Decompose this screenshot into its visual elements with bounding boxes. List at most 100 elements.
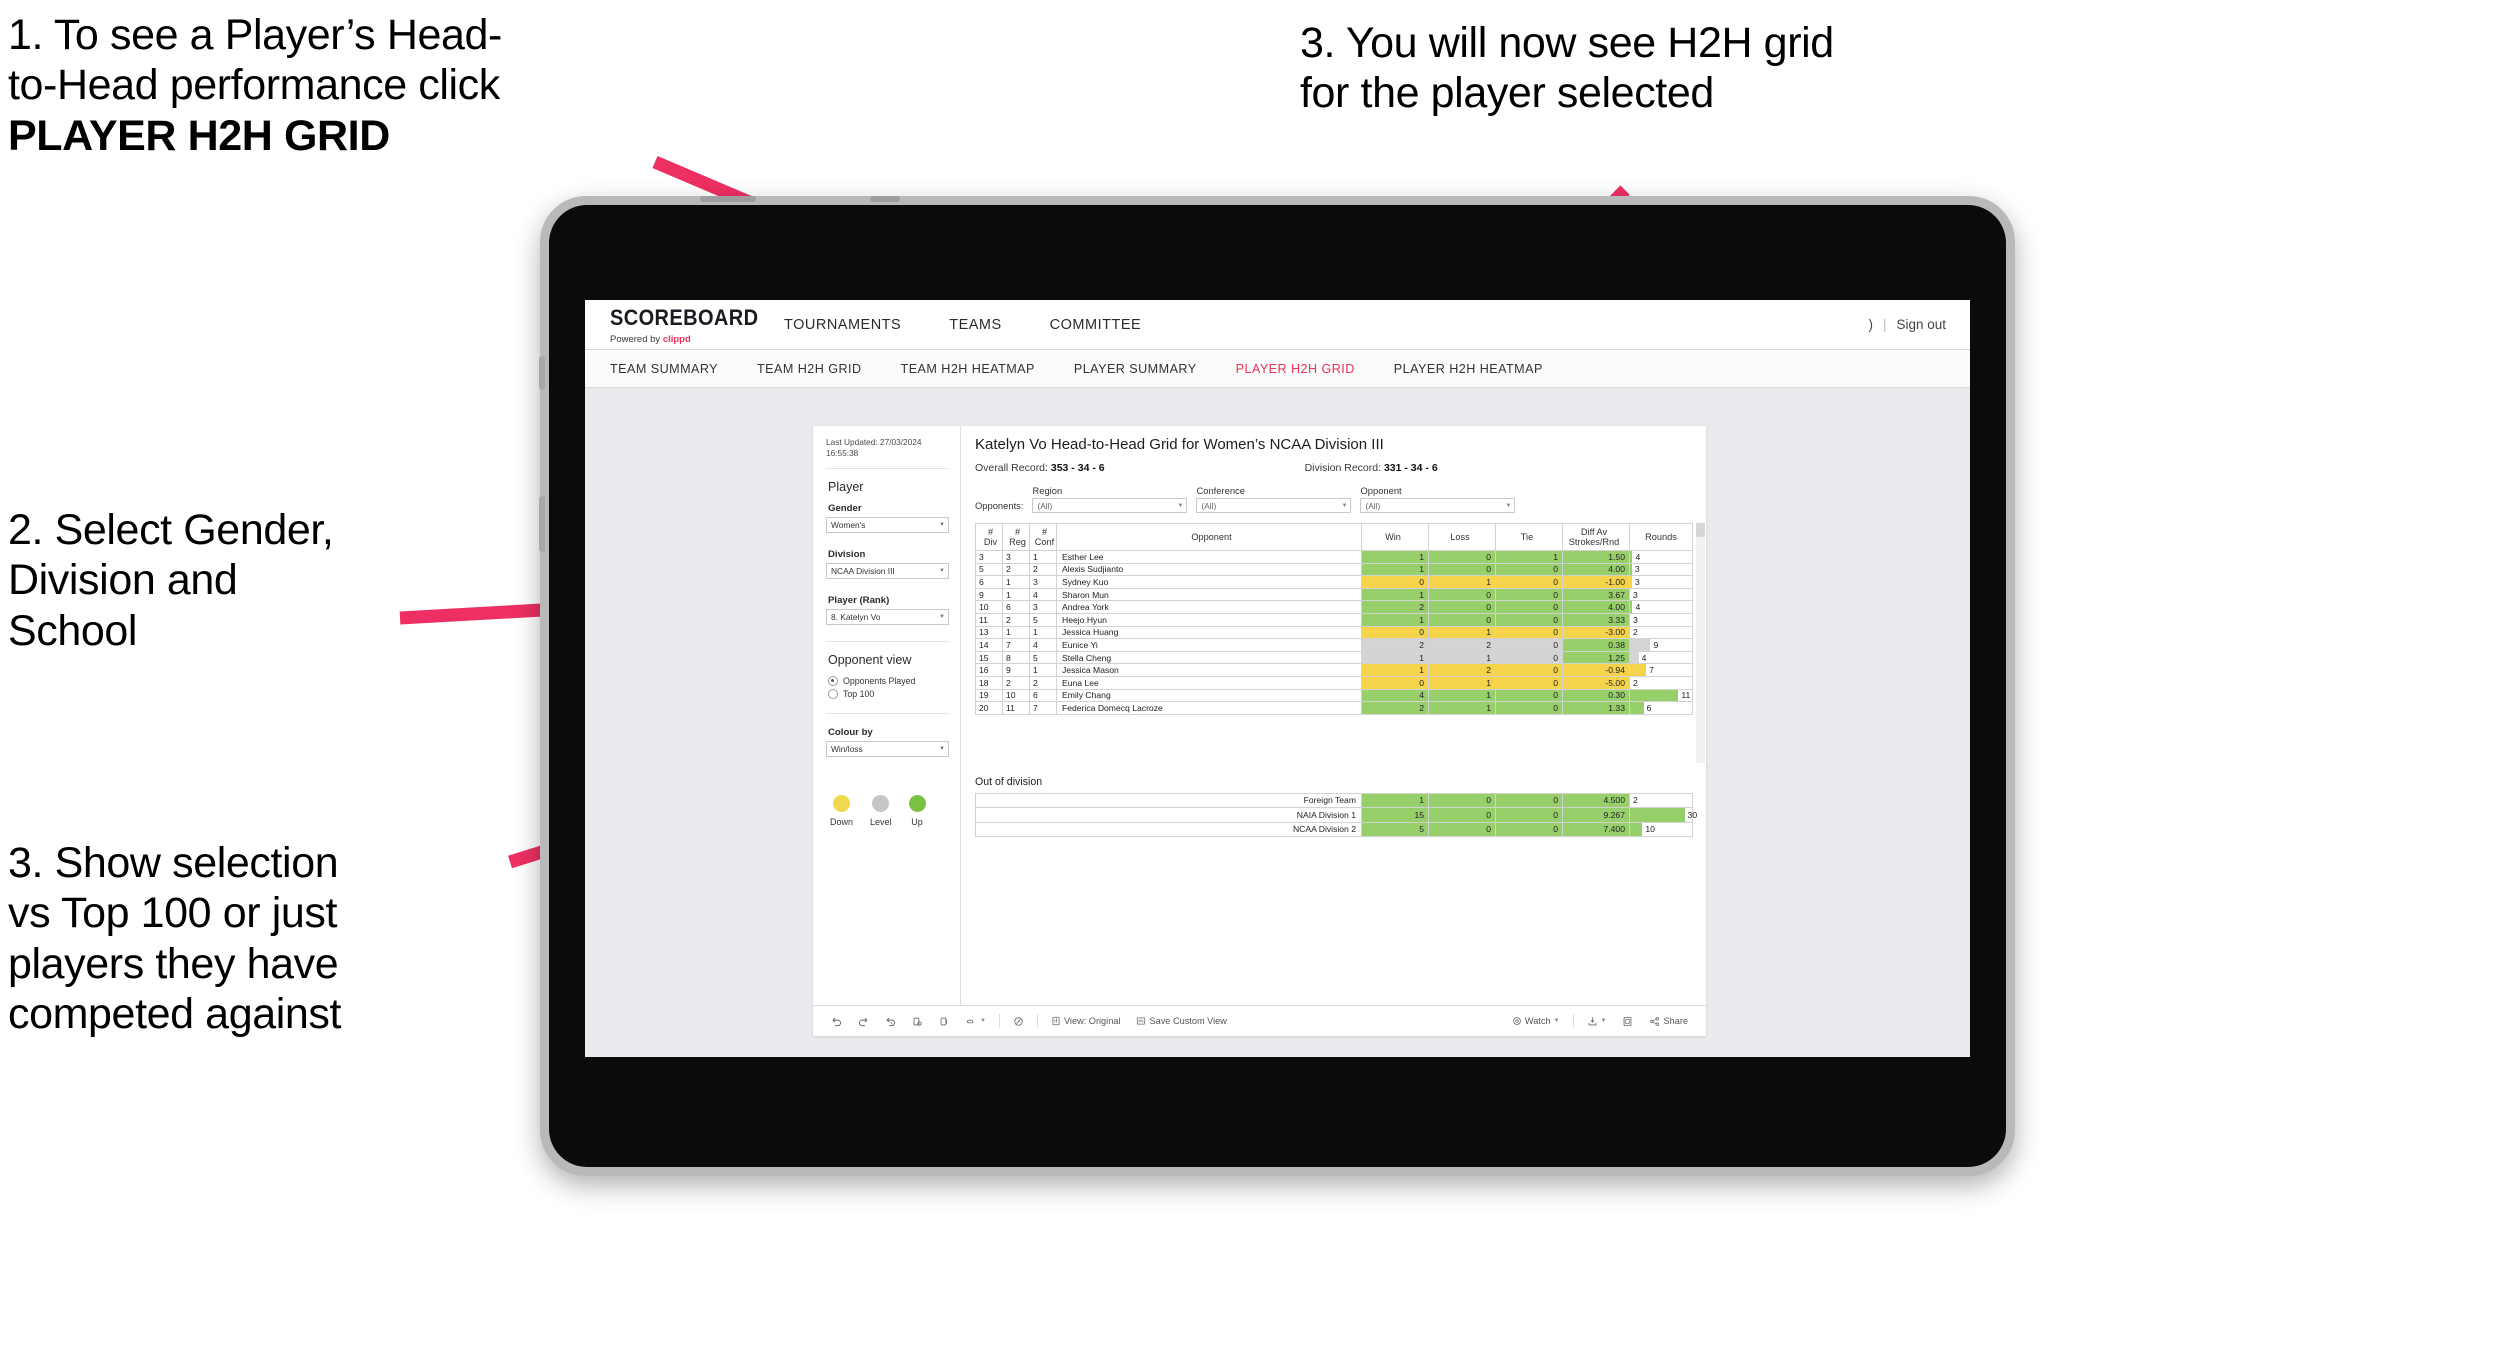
- cell-loss: 0: [1428, 562, 1496, 577]
- table-row[interactable]: 3 3 1 Esther Lee 1 0 1 1.50 4: [975, 550, 1693, 564]
- out-of-division-row[interactable]: NCAA Division 2 5 0 0 7.400 10: [975, 821, 1693, 838]
- table-row[interactable]: 16 9 1 Jessica Mason 1 2 0 -0.94 7: [975, 663, 1693, 677]
- table-row[interactable]: 11 2 5 Heejo Hyun 1 0 0 3.33 3: [975, 612, 1693, 627]
- cell-loss: 0: [1428, 821, 1496, 838]
- nav-link-committee[interactable]: COMMITTEE: [1026, 300, 1166, 349]
- radio-top-100[interactable]: Top 100: [828, 689, 949, 700]
- table-row[interactable]: 5 2 2 Alexis Sudjianto 1 0 0 4.00 3: [975, 562, 1693, 577]
- out-of-division-title: Out of division: [975, 775, 1043, 788]
- cell-win: 1: [1361, 663, 1429, 677]
- highlight-icon[interactable]: ▼: [958, 1016, 994, 1027]
- conference-filter-select[interactable]: (All) ▼: [1196, 498, 1352, 513]
- chevron-down-icon: ▼: [1553, 1018, 1560, 1024]
- brand-logo[interactable]: SCOREBOARD Powered by clippd: [585, 300, 760, 349]
- player-rank-select[interactable]: 8. Katelyn Vo ▼: [826, 609, 949, 626]
- header-diff-line2: Strokes/Rnd: [1568, 537, 1620, 547]
- cell-div: 16: [975, 663, 1003, 677]
- rounds-bar: [1630, 664, 1647, 676]
- cell-div: 14: [975, 638, 1003, 652]
- undo-icon[interactable]: [823, 1016, 850, 1027]
- cell-win: 0: [1361, 675, 1429, 690]
- sub-navigation-tabs: TEAM SUMMARY TEAM H2H GRID TEAM H2H HEAT…: [585, 350, 1970, 388]
- cell-div: 15: [975, 650, 1003, 665]
- cell-conf: 1: [1029, 550, 1057, 564]
- tab-team-h2h-heatmap[interactable]: TEAM H2H HEATMAP: [901, 362, 1035, 376]
- table-row[interactable]: 10 6 3 Andrea York 2 0 0 4.00 4: [975, 600, 1693, 614]
- user-account-icon[interactable]: ): [1868, 317, 1873, 332]
- table-scrollbar-thumb[interactable]: [1696, 523, 1705, 537]
- rounds-bar: [1630, 651, 1639, 664]
- cell-reg: 1: [1002, 625, 1030, 640]
- cell-diff: 1.33: [1562, 701, 1630, 715]
- table-row[interactable]: 18 2 2 Euna Lee 0 1 0 -5.00 2: [975, 675, 1693, 690]
- tab-player-h2h-grid[interactable]: PLAYER H2H GRID: [1236, 362, 1355, 376]
- header-conf-line2: Conf: [1034, 537, 1055, 547]
- cell-diff: 1.25: [1562, 650, 1630, 665]
- cell-opponent: Heejo Hyun: [1056, 612, 1362, 627]
- watch-label: Watch: [1524, 1016, 1551, 1026]
- out-of-division-row[interactable]: Foreign Team 1 0 0 4.500 2: [975, 792, 1693, 809]
- cell-tie: 0: [1495, 587, 1563, 602]
- tab-team-summary[interactable]: TEAM SUMMARY: [610, 362, 718, 376]
- annotation-1-line-1: 1. To see a Player’s Head-: [8, 11, 502, 59]
- out-of-division-table: Foreign Team 1 0 0 4.500 2 NAIA Division 1 15 0 0…: [975, 792, 1697, 838]
- toolbar-divider-1: [998, 1014, 1000, 1028]
- h2h-table-body: 3 3 1 Esther Lee 1 0 1 1.50 4 5 2 2 Alexis Sudjianto…: [975, 550, 1693, 715]
- nav-link-teams[interactable]: TEAMS: [925, 300, 1025, 349]
- cell-opponent: Sharon Mun: [1056, 587, 1362, 602]
- cell-loss: 1: [1428, 625, 1496, 640]
- chevron-down-icon: ▼: [1177, 502, 1184, 509]
- out-of-division-row[interactable]: NAIA Division 1 15 0 0 9.267 30: [975, 807, 1697, 823]
- viz-body: Last Updated: 27/03/2024 16:55:38 Player…: [813, 426, 1706, 1005]
- tab-player-h2h-heatmap[interactable]: PLAYER H2H HEATMAP: [1394, 362, 1543, 376]
- annotation-4-line-1: 3. You will now see H2H grid: [1300, 19, 1834, 67]
- cell-div: 18: [975, 675, 1003, 690]
- radio-opponents-played[interactable]: Opponents Played: [828, 676, 949, 687]
- tab-player-summary[interactable]: PLAYER SUMMARY: [1074, 362, 1197, 376]
- table-row[interactable]: 15 8 5 Stella Cheng 1 1 0 1.25 4: [975, 650, 1693, 665]
- sign-out-link[interactable]: Sign out: [1896, 317, 1946, 332]
- tab-team-h2h-grid[interactable]: TEAM H2H GRID: [757, 362, 862, 376]
- watch-button[interactable]: Watch ▼: [1504, 1016, 1568, 1026]
- refresh-data-icon[interactable]: [904, 1016, 931, 1027]
- cell-diff: -1.00: [1562, 575, 1630, 589]
- table-row[interactable]: 14 7 4 Eunice Yi 2 2 0 0.38 9: [975, 638, 1693, 652]
- cell-tie: 0: [1495, 688, 1563, 703]
- cell-conf: 7: [1029, 701, 1057, 715]
- region-filter-select[interactable]: (All) ▼: [1032, 498, 1188, 513]
- tablet-top-button-2: [870, 196, 900, 202]
- view-original-button[interactable]: View: Original: [1043, 1016, 1129, 1026]
- annotation-4-line-2: for the player selected: [1300, 69, 1714, 118]
- table-row[interactable]: 9 1 4 Sharon Mun 1 0 0 3.67 3: [975, 587, 1693, 602]
- cell-rounds: 3: [1629, 612, 1693, 627]
- cell-div: 9: [975, 587, 1003, 602]
- save-custom-view-button[interactable]: Save Custom View: [1128, 1016, 1234, 1026]
- table-row[interactable]: 6 1 3 Sydney Kuo 0 1 0 -1.00 3: [975, 575, 1693, 589]
- redo-icon[interactable]: [850, 1016, 877, 1027]
- revert-icon[interactable]: [877, 1016, 904, 1027]
- colour-by-select[interactable]: Win/loss ▼: [826, 741, 949, 758]
- cell-tie: 0: [1495, 562, 1563, 577]
- table-row[interactable]: 19 10 6 Emily Chang 4 1 0 0.30 11: [975, 688, 1693, 703]
- cell-reg: 3: [1002, 550, 1030, 564]
- last-updated-line-2: 16:55:38: [826, 448, 859, 459]
- table-scrollbar-track[interactable]: [1696, 523, 1705, 763]
- share-button[interactable]: Share: [1641, 1016, 1696, 1027]
- cell-rounds: 4: [1629, 550, 1693, 564]
- download-button[interactable]: ▼: [1579, 1016, 1615, 1027]
- reset-icon[interactable]: [1005, 1016, 1032, 1027]
- cell-win: 5: [1361, 821, 1429, 838]
- nav-link-tournaments[interactable]: TOURNAMENTS: [760, 300, 925, 349]
- cell-div: 6: [975, 575, 1003, 589]
- division-select[interactable]: NCAA Division III ▼: [826, 563, 949, 580]
- fullscreen-button[interactable]: [1614, 1016, 1641, 1027]
- gender-select[interactable]: Women's ▼: [826, 517, 949, 534]
- opponent-filter-select[interactable]: (All) ▼: [1360, 498, 1516, 513]
- table-row[interactable]: 20 11 7 Federica Domecq Lacroze 2 1 0 1.33 6: [975, 701, 1693, 715]
- pause-updates-icon[interactable]: [931, 1016, 958, 1027]
- cell-tie: 0: [1495, 807, 1563, 823]
- table-row[interactable]: 13 1 1 Jessica Huang 0 1 0 -3.00 2: [975, 625, 1693, 640]
- cell-rounds: 3: [1629, 587, 1693, 602]
- rounds-bar: [1630, 808, 1685, 822]
- conference-filter: Conference (All) ▼: [1196, 485, 1352, 513]
